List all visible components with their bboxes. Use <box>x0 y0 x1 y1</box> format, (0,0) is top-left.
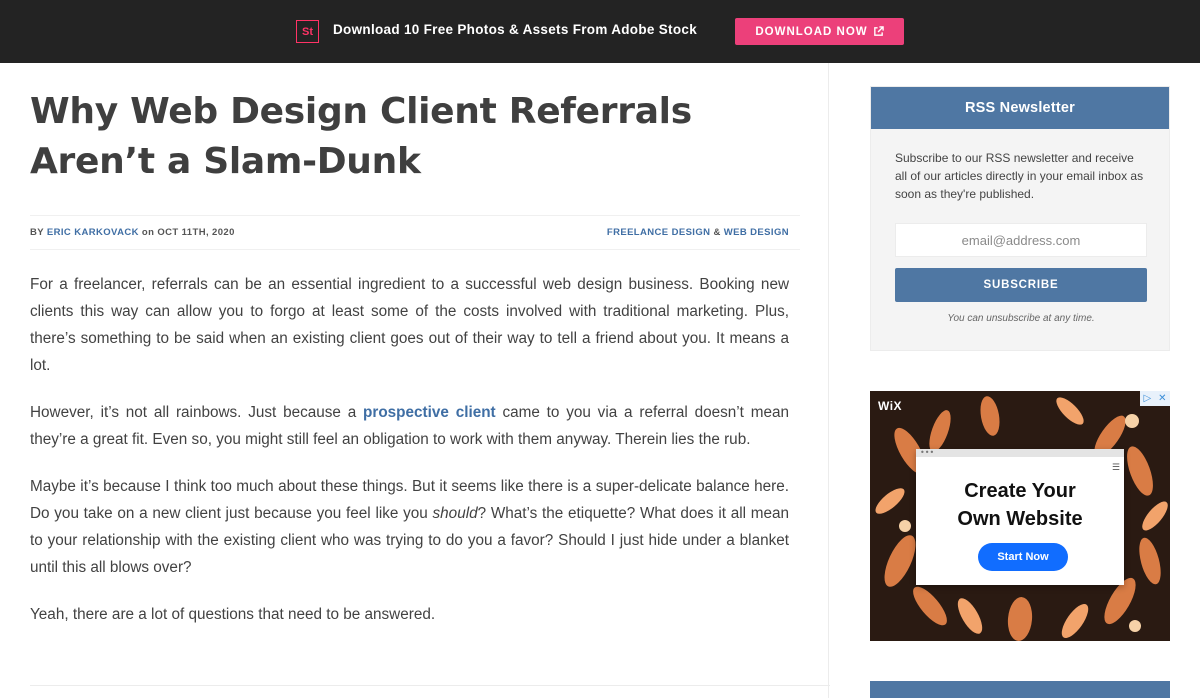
article-main: Why Web Design Client Referrals Aren’t a… <box>0 63 830 698</box>
prospective-client-link[interactable]: prospective client <box>363 404 496 421</box>
email-input[interactable]: email@address.com <box>895 223 1147 257</box>
ad-brand-logo: WiX <box>878 399 903 413</box>
ad-start-now-button[interactable]: Start Now <box>978 543 1068 571</box>
publish-date: OCT 11TH, 2020 <box>157 227 235 238</box>
paragraph-1: For a freelancer, referrals can be an es… <box>30 276 789 374</box>
ad-choices-badge[interactable]: ▷ ✕ <box>1140 391 1170 406</box>
rss-description: Subscribe to our RSS newsletter and rece… <box>895 151 1144 201</box>
paragraph-2: However, it’s not all rainbows. Just bec… <box>30 399 789 453</box>
promo-bar: St Download 10 Free Photos & Assets From… <box>0 0 1200 63</box>
ad-browser-window: ••• ☰ Create Your Own Website Start Now <box>916 449 1124 585</box>
rss-widget-title: RSS Newsletter <box>871 87 1169 129</box>
article-body: For a freelancer, referrals can be an es… <box>30 271 789 648</box>
article-bottom-divider <box>30 685 830 686</box>
paragraph-4: Yeah, there are a lot of questions that … <box>30 606 436 623</box>
download-now-label: DOWNLOAD NOW <box>755 25 868 38</box>
meta-divider-bottom <box>30 249 800 250</box>
ad-choices-icon: ▷ <box>1143 393 1152 404</box>
paragraph-3: Maybe it’s because I think too much abou… <box>30 473 789 581</box>
promo-text: Download 10 Free Photos & Assets From Ad… <box>333 22 698 37</box>
subscribe-button[interactable]: SUBSCRIBE <box>895 268 1147 302</box>
ad-headline: Create Your Own Website <box>916 477 1124 533</box>
meta-on: on <box>141 227 155 238</box>
category-web-design-link[interactable]: WEB DESIGN <box>724 227 789 238</box>
ad-headline-line-1: Create Your <box>964 480 1076 502</box>
article-title: Why Web Design Client Referrals Aren’t a… <box>30 91 692 182</box>
unsubscribe-note: You can unsubscribe at any time. <box>947 313 1095 324</box>
rss-newsletter-widget: RSS Newsletter Subscribe to our RSS news… <box>870 86 1170 351</box>
category-list: FREELANCE DESIGN & WEB DESIGN <box>607 227 789 238</box>
adobe-stock-logo-icon: St <box>296 20 319 43</box>
paragraph-3-emphasis: should <box>432 505 478 522</box>
hamburger-menu-icon: ☰ <box>1111 463 1120 473</box>
ad-headline-line-2: Own Website <box>957 508 1083 530</box>
paragraph-2-start: However, it’s not all rainbows. Just bec… <box>30 404 364 421</box>
next-sidebar-widget-header <box>870 681 1170 698</box>
download-now-button[interactable]: DOWNLOAD NOW <box>735 18 904 45</box>
category-freelance-design-link[interactable]: FREELANCE DESIGN <box>607 227 711 238</box>
external-link-icon <box>873 26 884 36</box>
meta-by: BY <box>30 227 44 238</box>
window-dots-icon: ••• <box>920 448 935 457</box>
ad-close-icon[interactable]: ✕ <box>1158 393 1166 404</box>
wix-advertisement[interactable]: WiX ▷ ✕ ••• ☰ Create Your Own Website St… <box>870 391 1170 641</box>
author-link[interactable]: ERIC KARKOVACK <box>47 227 139 238</box>
category-separator: & <box>713 227 721 238</box>
meta-divider-top <box>30 215 800 216</box>
article-meta: BY ERIC KARKOVACK on OCT 11TH, 2020 FREE… <box>30 227 789 238</box>
